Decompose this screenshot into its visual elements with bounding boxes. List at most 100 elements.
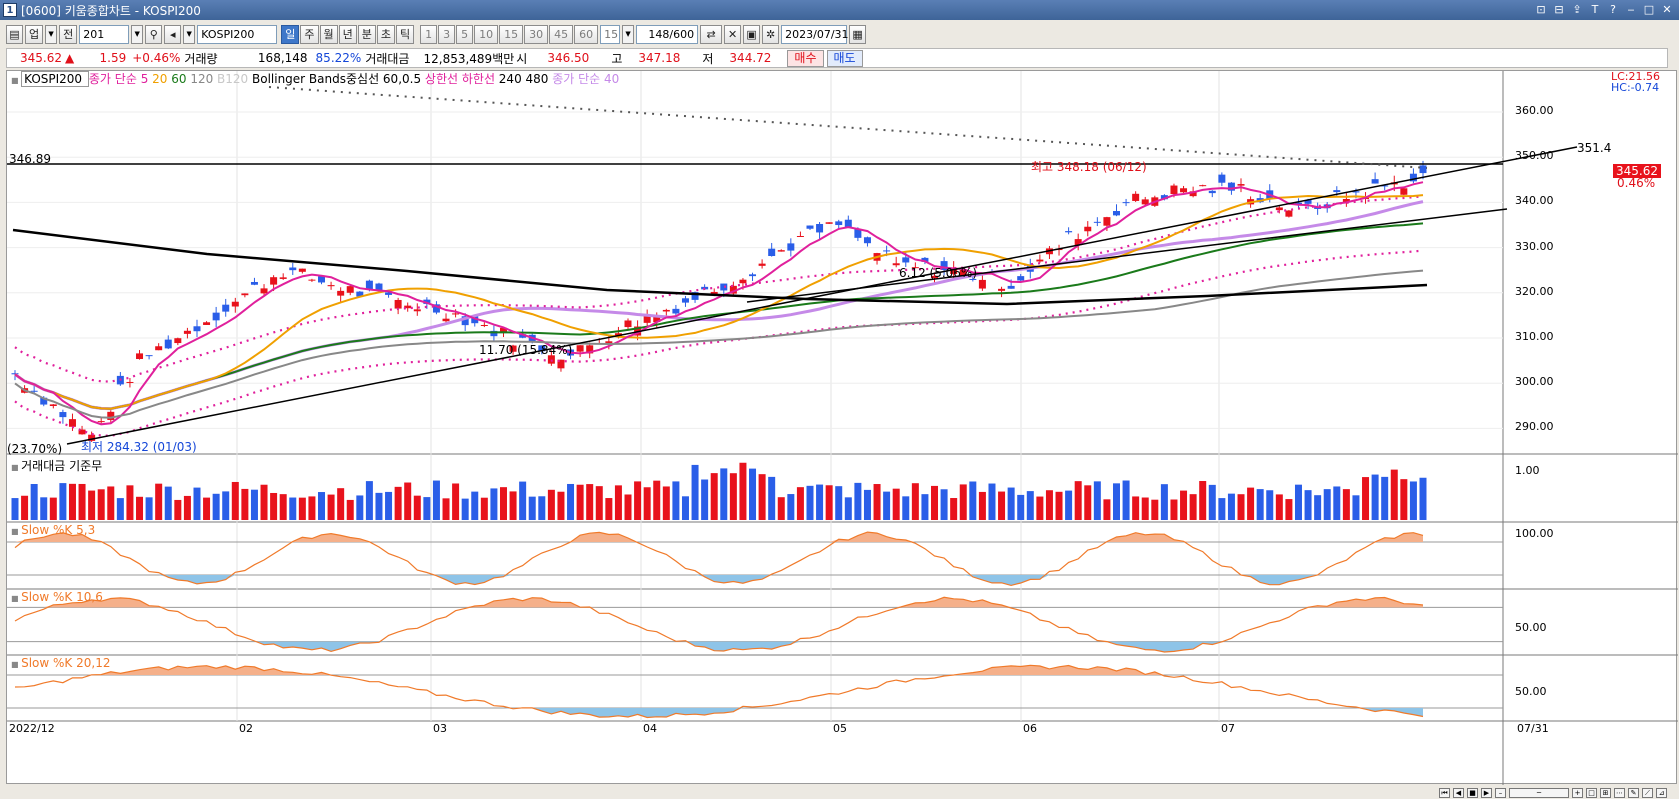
candle: [1132, 193, 1140, 201]
period-tab-6[interactable]: 틱: [396, 24, 415, 44]
tool-icon[interactable]: □: [1586, 788, 1597, 798]
calendar-icon[interactable]: ▦: [849, 24, 867, 44]
amount-bar: [931, 485, 939, 520]
draw2-icon[interactable]: ⟋: [1642, 788, 1653, 798]
period-tab-3[interactable]: 년: [338, 24, 357, 44]
speaker-icon[interactable]: ◂: [164, 24, 182, 44]
app-icon[interactable]: 1: [3, 3, 17, 17]
interval-dropdown-icon[interactable]: ▼: [622, 24, 635, 44]
amount-bar: [1132, 496, 1140, 520]
gear-icon[interactable]: ✲: [762, 24, 780, 44]
zoom-out-icon[interactable]: –: [1495, 788, 1506, 798]
window-control-7[interactable]: ✕: [1659, 2, 1675, 17]
first-icon[interactable]: ⏮: [1439, 788, 1450, 798]
legend-item-10[interactable]: 240: [499, 72, 526, 86]
legend-item-7[interactable]: Bollinger Bands중심선 60,0.5: [252, 72, 425, 86]
prev-button[interactable]: 전: [59, 24, 78, 44]
period-tab-0[interactable]: 일: [281, 24, 300, 44]
period-tab-4[interactable]: 분: [357, 24, 376, 44]
interval-button-45[interactable]: 45: [549, 24, 574, 44]
next-icon[interactable]: ▶: [1481, 788, 1492, 798]
tool2-icon[interactable]: ⊞: [1600, 788, 1611, 798]
interval-button-1[interactable]: 1: [420, 24, 438, 44]
dotted-trendline: [268, 86, 1428, 169]
window-control-4[interactable]: ?: [1605, 2, 1621, 17]
draw3-icon[interactable]: ⊿: [1656, 788, 1667, 798]
amount-bar: [471, 491, 479, 520]
code-input[interactable]: 201: [79, 24, 130, 44]
amount-bar: [1141, 497, 1149, 520]
speaker-dropdown-icon[interactable]: ▼: [183, 24, 196, 44]
period-tab-2[interactable]: 월: [319, 24, 338, 44]
legend-item-9[interactable]: 하한선: [462, 72, 499, 86]
amount-bar: [1409, 481, 1417, 520]
amount-bar: [892, 488, 900, 520]
search-icon[interactable]: ⚲: [145, 24, 163, 44]
legend-item-2[interactable]: 5: [141, 72, 152, 86]
window-control-5[interactable]: ‒: [1623, 2, 1639, 17]
interval-button-30[interactable]: 30: [524, 24, 549, 44]
candle: [337, 290, 345, 296]
amount-bar: [614, 485, 622, 520]
buy-button[interactable]: 매수: [787, 49, 824, 67]
legend-item-5[interactable]: 120: [190, 72, 217, 86]
legend-item-8[interactable]: 상한선: [425, 72, 462, 86]
save-icon[interactable]: ▣: [743, 24, 761, 44]
chart-area[interactable]: ■ KOSPI200 종가 단순 5 20 60 120 B120 Bollin…: [6, 70, 1678, 785]
symbol-input[interactable]: KOSPI200: [197, 24, 278, 44]
legend-item-12[interactable]: 종가 단순 40: [552, 72, 619, 86]
layout-icon[interactable]: ▤: [6, 24, 23, 44]
amount-legend: ■ 거래대금 기준무: [11, 459, 103, 473]
menu-dropdown-icon[interactable]: ▼: [45, 24, 58, 44]
window-control-1[interactable]: ⊟: [1551, 2, 1567, 17]
window-control-6[interactable]: □: [1641, 2, 1657, 17]
interval-button-5[interactable]: 5: [456, 24, 474, 44]
amount-bar: [1074, 481, 1082, 520]
candle: [1017, 276, 1025, 281]
sell-button[interactable]: 매도: [826, 49, 863, 67]
legend-item-0[interactable]: KOSPI200: [21, 71, 89, 87]
interval-input[interactable]: 15: [600, 24, 621, 44]
zoom-in-icon[interactable]: +: [1572, 788, 1583, 798]
trend-label: 351.4: [1577, 141, 1612, 155]
window-control-2[interactable]: ⇪: [1569, 2, 1585, 17]
amount-bar: [68, 483, 76, 520]
period-tab-5[interactable]: 초: [376, 24, 395, 44]
candle: [346, 286, 354, 293]
tool3-icon[interactable]: ⋯: [1614, 788, 1625, 798]
amount-bar: [308, 496, 316, 520]
code-dropdown-icon[interactable]: ▼: [131, 24, 144, 44]
menu-button[interactable]: 업: [25, 24, 44, 44]
crosshair-icon[interactable]: ✕: [724, 24, 742, 44]
candle: [825, 222, 833, 224]
candle: [260, 288, 268, 294]
stop-icon[interactable]: ■: [1467, 788, 1478, 798]
interval-button-60[interactable]: 60: [574, 24, 599, 44]
amount-bar: [643, 487, 651, 520]
chart-canvas[interactable]: [7, 71, 1678, 785]
interval-button-10[interactable]: 10: [474, 24, 499, 44]
date-input[interactable]: 2023/07/31: [781, 24, 849, 44]
count-input[interactable]: 148/600: [636, 24, 699, 44]
draw-icon[interactable]: ✎: [1628, 788, 1639, 798]
bottom-scrollbar[interactable]: ⏮ ◀ ■ ▶ – ─ + □ ⊞ ⋯ ✎ ⟋ ⊿: [0, 787, 1679, 799]
legend-item-6[interactable]: B120: [217, 72, 252, 86]
legend-item-3[interactable]: 20: [152, 72, 171, 86]
zoom-slider[interactable]: ─: [1509, 788, 1569, 798]
window-control-3[interactable]: T: [1587, 2, 1603, 17]
amount-bar: [1112, 483, 1120, 520]
legend-item-11[interactable]: 480: [526, 72, 553, 86]
period-tab-1[interactable]: 주: [300, 24, 319, 44]
interval-button-15[interactable]: 15: [499, 24, 524, 44]
candle: [883, 250, 891, 252]
interval-button-3[interactable]: 3: [438, 24, 456, 44]
legend-item-4[interactable]: 60: [171, 72, 190, 86]
legend-item-1[interactable]: 종가 단순: [89, 72, 141, 86]
x-tick-label: 06: [1023, 722, 1037, 735]
prev-icon[interactable]: ◀: [1453, 788, 1464, 798]
stoch3-tick: 50.00: [1515, 685, 1547, 698]
amount-bar: [883, 491, 891, 520]
window-control-0[interactable]: ⊡: [1533, 2, 1549, 17]
link-icon[interactable]: ⇄: [700, 24, 723, 44]
amount-bar: [1285, 499, 1293, 520]
